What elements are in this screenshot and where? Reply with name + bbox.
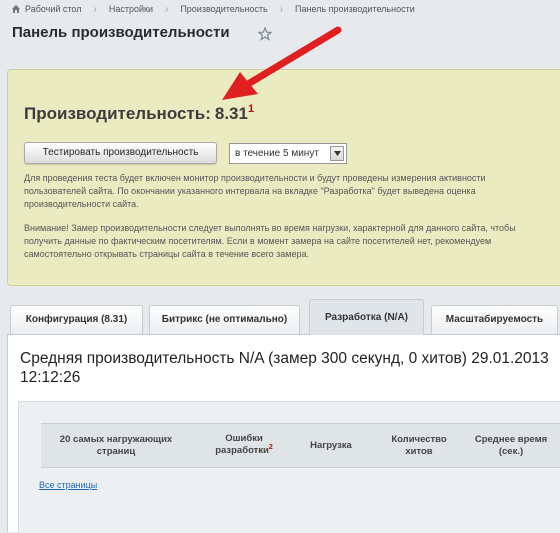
breadcrumb-separator-icon: › [164, 3, 169, 15]
average-performance-title: Средняя производительность N/A (замер 30… [20, 350, 549, 386]
column-header-hits: Количество хитов [391, 433, 447, 457]
table-header-row: 20 самых нагружающих страниц Ошибки разр… [41, 423, 560, 468]
performance-label: Производительность: [24, 104, 211, 123]
tab-development[interactable]: Разработка (N/A) [309, 299, 424, 335]
breadcrumb-separator-icon: › [279, 3, 284, 15]
home-icon[interactable] [12, 5, 20, 13]
breadcrumb-item-settings[interactable]: Настройки [109, 4, 153, 14]
favorite-star-icon[interactable] [258, 27, 272, 41]
duration-select-value: в течение 5 минут [235, 148, 319, 159]
breadcrumb-item-desktop[interactable]: Рабочий стол [25, 4, 82, 14]
dev-errors-footnote[interactable]: 2 [269, 444, 273, 451]
test-performance-button[interactable]: Тестировать производительность [24, 142, 217, 164]
page-title: Панель производительности [12, 24, 230, 41]
performance-footnote[interactable]: 1 [248, 103, 254, 115]
all-pages-link[interactable]: Все страницы [39, 480, 97, 490]
test-warning-text: Внимание! Замер производительности следу… [24, 223, 516, 259]
duration-select[interactable]: в течение 5 минут [229, 143, 347, 164]
breadcrumb-separator-icon: › [93, 3, 97, 15]
tab-scalability[interactable]: Масштабируемость [431, 305, 558, 334]
chevron-down-icon[interactable] [330, 146, 344, 161]
breadcrumb: Рабочий стол › Настройки › Производитель… [12, 2, 415, 16]
column-header-dev-errors-label: Ошибки разработки [215, 433, 269, 456]
test-description-text: Для проведения теста будет включен монит… [24, 173, 486, 209]
column-header-avg-time: Среднее время (сек.) [474, 433, 548, 457]
pages-table: 20 самых нагружающих страниц Ошибки разр… [18, 401, 560, 533]
performance-heading: Производительность: 8.311 [24, 103, 254, 124]
tab-configuration[interactable]: Конфигурация (8.31) [10, 305, 143, 334]
performance-panel: Производительность: 8.311 Тестировать про… [7, 69, 560, 286]
column-header-dev-errors[interactable]: Ошибки разработки2 [201, 424, 287, 467]
breadcrumb-item-performance[interactable]: Производительность [180, 4, 267, 14]
tab-bitrix[interactable]: Битрикс (не оптимально) [149, 305, 300, 334]
performance-value: 8.31 [214, 104, 248, 123]
breadcrumb-item-performance-panel[interactable]: Панель производительности [295, 4, 415, 14]
column-header-load: Нагрузка [310, 439, 352, 451]
column-header-top-pages: 20 самых нагружающих страниц [59, 433, 173, 457]
development-content-panel: Средняя производительность N/A (замер 30… [7, 334, 560, 533]
